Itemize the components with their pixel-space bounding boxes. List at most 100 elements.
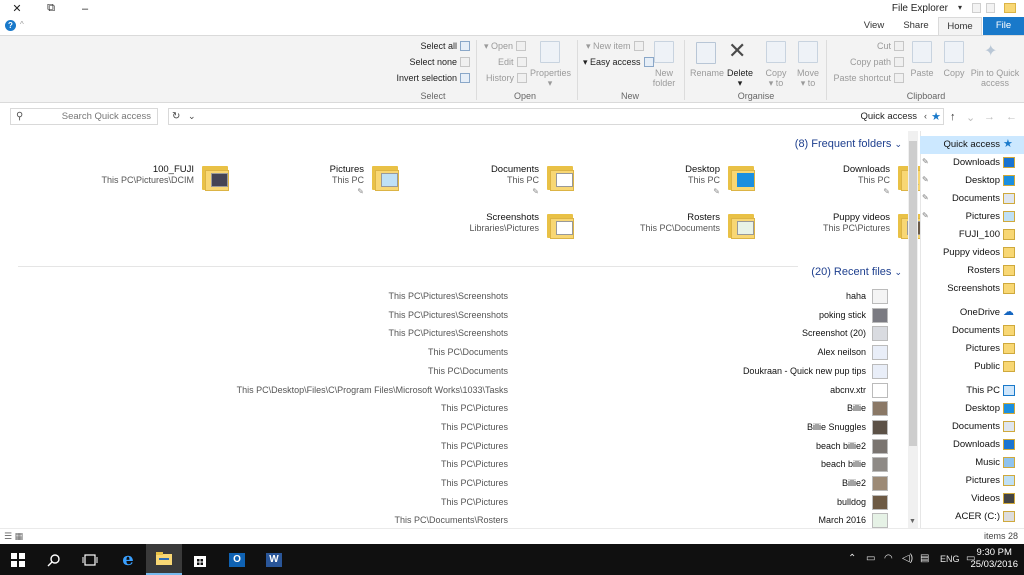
recent-file-row[interactable]: This PC\Pictures beach billie [0,456,900,474]
history-button[interactable]: History [486,73,528,83]
paste-shortcut-button[interactable]: Paste shortcut [833,73,904,83]
tab-home[interactable]: Home [938,17,982,35]
nav-quick-access[interactable]: Quick access ★ [920,136,1024,154]
move-to-button[interactable]: Move ▾ to [792,68,824,88]
search-input[interactable]: ⚲ Search Quick access [10,108,158,125]
qat-dropdown-icon[interactable]: ▾ [958,3,962,12]
breadcrumb-chevron-icon[interactable]: ‹ [924,111,927,121]
language-indicator[interactable]: ENG [940,554,960,564]
recent-file-row[interactable]: This PC\Documents Alex neilson [0,344,900,362]
frequent-folders-heading[interactable]: (8) Frequent folders ⌄ [795,138,902,150]
recent-file-row[interactable]: This PC\Pictures Billie2 [0,475,900,493]
nav-item[interactable]: Downloads [920,436,1024,454]
qat-properties-icon[interactable] [972,3,981,13]
cut-button[interactable]: Cut [877,41,904,51]
search-taskbar-button[interactable] [36,544,72,575]
close-button[interactable]: ✕ [0,0,34,17]
word-button[interactable]: W [256,544,292,575]
nav-item[interactable]: ✎ Downloads [920,154,1024,172]
details-view-icon[interactable]: ☰ [4,531,12,541]
battery-icon[interactable]: ▭ [866,553,875,564]
file-explorer-button[interactable] [146,544,182,575]
folder-tile[interactable]: Downloads This PC ✎ ⬇ [766,163,920,207]
nav-item[interactable]: Puppy videos [920,244,1024,262]
tab-view[interactable]: View [854,17,894,35]
up-icon[interactable]: ↑ [950,111,956,123]
rename-button[interactable]: Rename [689,68,725,78]
nav-item[interactable]: ✎ Documents [920,190,1024,208]
recent-file-row[interactable]: This PC\Documents\Rosters March 2016 [0,512,900,528]
easy-access-button[interactable]: ▾ Easy access [583,57,654,68]
properties-button[interactable]: Properties ▾ [530,68,571,88]
taskbar-clock[interactable]: 9:30 PM 25/03/2016 [970,547,1018,571]
volume-icon[interactable]: ◁) [902,553,913,564]
nav-item[interactable]: Videos [920,490,1024,508]
paste-button[interactable]: Paste [906,68,938,78]
start-button[interactable] [0,544,36,575]
copy-to-button[interactable]: Copy ▾ to [760,68,792,88]
scroll-down-icon[interactable]: ▼ [909,518,916,525]
tiles-view-icon[interactable]: ▦ [15,531,24,541]
folder-tile[interactable]: Puppy videos This PC\Pictures [766,211,920,255]
copy-button[interactable]: Copy [938,68,970,78]
new-item-button[interactable]: ▾ New item [586,41,644,52]
back-icon[interactable]: ← [1006,111,1017,123]
copy-path-button[interactable]: Copy path [850,57,904,67]
recent-file-row[interactable]: This PC\Pictures\Screenshots haha [0,288,900,306]
folder-tile[interactable]: Rosters This PC\Documents [596,211,786,255]
nav-item[interactable]: Desktop [920,400,1024,418]
store-button[interactable] [182,544,218,575]
recent-file-row[interactable]: This PC\Pictures beach billie2 [0,438,900,456]
task-view-button[interactable] [72,544,108,575]
recent-file-row[interactable]: This PC\Pictures Billie [0,400,900,418]
nav-item[interactable]: Documents [920,322,1024,340]
folder-tile[interactable]: 100_FUJI This PC\Pictures\DCIM [70,163,260,207]
nav-item[interactable]: Pictures [920,340,1024,358]
tab-file[interactable]: File [983,17,1024,35]
recent-file-row[interactable]: This PC\Pictures Billie Snuggles [0,419,900,437]
collapse-ribbon-icon[interactable]: ^ [20,20,24,29]
help-icon[interactable]: ? [5,20,16,31]
folder-tile[interactable]: Pictures This PC ✎ [240,163,430,207]
tray-overflow-icon[interactable]: ⌃ [848,553,856,564]
recent-file-row[interactable]: This PC\Documents Doukraan - Quick new pu… [0,363,900,381]
pin-to-quick-access-button[interactable]: Pin to Quick access [968,68,1022,88]
nav-item[interactable]: Screenshots [920,280,1024,298]
forward-icon[interactable]: → [984,111,995,123]
recent-icon[interactable]: ⌄ [966,111,975,124]
edit-button[interactable]: Edit [498,57,527,67]
nav-onedrive[interactable]: OneDrive ☁ [920,304,1024,322]
recent-file-row[interactable]: This PC\Desktop\Files\C\Program Files\Mi… [0,382,900,400]
nav-item[interactable]: ✎ Pictures [920,208,1024,226]
nav-this-pc[interactable]: This PC [920,382,1024,400]
content-scrollbar-thumb[interactable] [909,141,917,446]
invert-selection-button[interactable]: Invert selection [396,73,470,83]
view-toggle[interactable]: ☰ ▦ [4,531,23,542]
restore-button[interactable]: ⧉ [34,0,68,17]
select-none-button[interactable]: Select none [409,57,470,67]
tab-share[interactable]: Share [896,17,936,35]
nav-item[interactable]: ACER (C:) [920,508,1024,526]
nav-item[interactable]: Public [920,358,1024,376]
qat-new-folder-icon[interactable] [986,3,995,13]
delete-button[interactable]: Delete ▾ [722,68,758,88]
nav-item[interactable]: Music [920,454,1024,472]
recent-file-row[interactable]: This PC\Pictures\Screenshots Screenshot (… [0,325,900,343]
recent-file-row[interactable]: This PC\Pictures bulldog [0,494,900,512]
open-button[interactable]: ▾ Open [484,41,527,52]
select-all-button[interactable]: Select all [420,41,470,51]
minimize-button[interactable]: – [68,0,102,17]
nav-item[interactable]: Pictures [920,472,1024,490]
address-bar[interactable]: Quick access ‹ ★ [168,108,944,125]
wifi-icon[interactable]: ◠ [884,553,893,564]
nav-item[interactable]: Documents [920,418,1024,436]
action-center-icon[interactable]: ▤ [920,553,929,564]
recent-files-heading[interactable]: (20) Recent files ⌄ [811,266,902,278]
outlook-button[interactable]: O [219,544,255,575]
edge-button[interactable]: e [110,544,146,575]
folder-tile[interactable]: Documents This PC ✎ [415,163,605,207]
nav-item[interactable]: Rosters [920,262,1024,280]
folder-tile[interactable]: Screenshots Libraries\Pictures [415,211,605,255]
nav-item[interactable]: FUJI_100 [920,226,1024,244]
nav-item[interactable]: ✎ Desktop [920,172,1024,190]
